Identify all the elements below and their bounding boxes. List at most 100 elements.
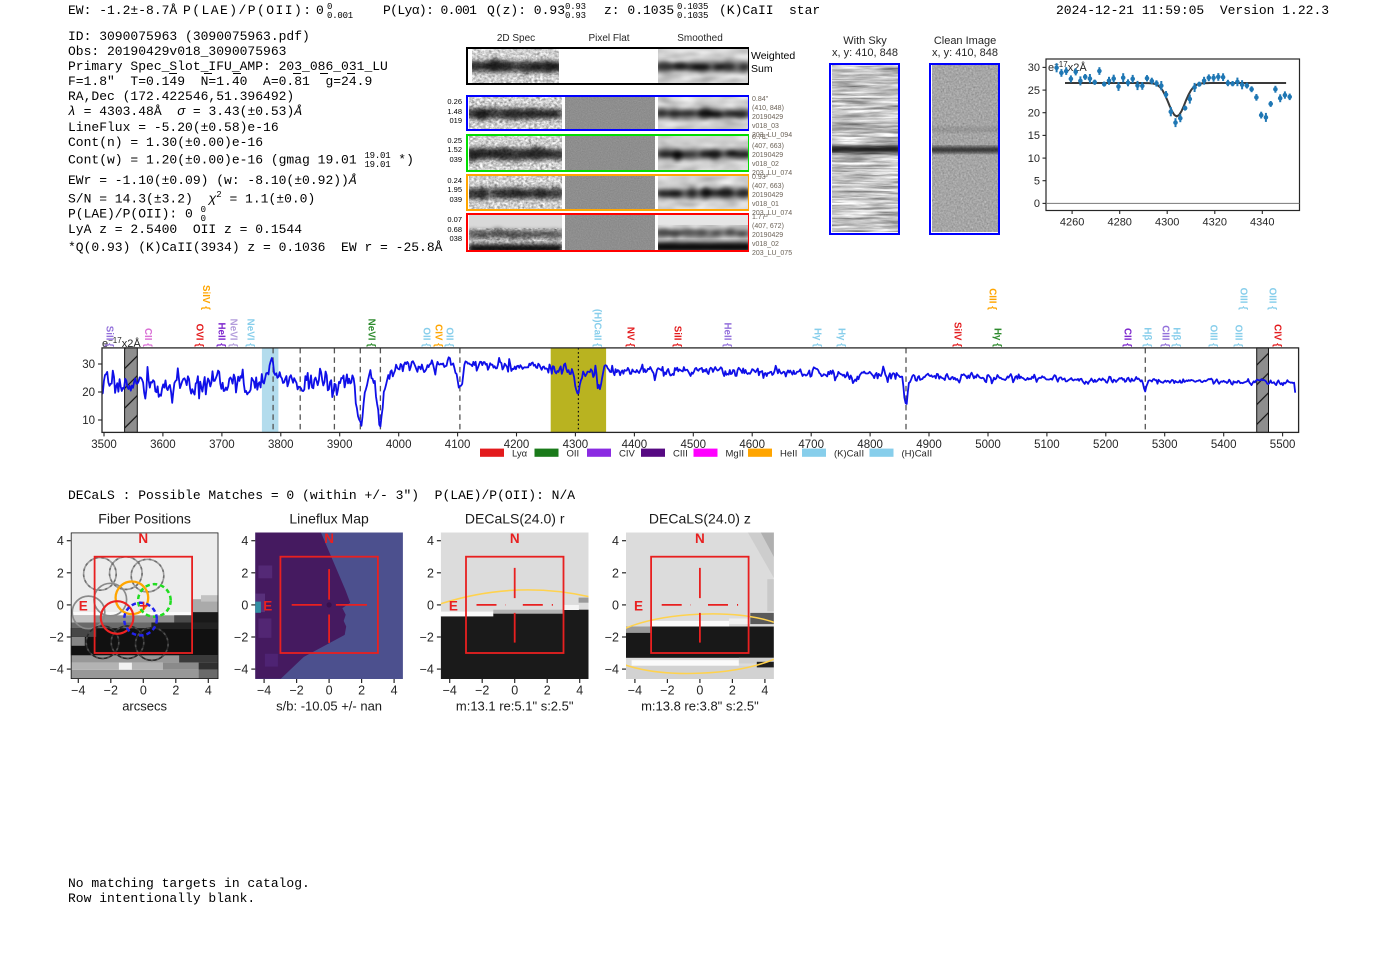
- svg-text:CIV: CIV: [619, 449, 636, 460]
- svg-text:−4: −4: [71, 684, 85, 698]
- svg-text:0: 0: [241, 598, 248, 612]
- svg-text:3700: 3700: [209, 439, 235, 451]
- svg-text:OIII {: OIII {: [1233, 325, 1244, 348]
- svg-text:E: E: [634, 599, 643, 614]
- svg-text:0: 0: [511, 684, 518, 698]
- svg-text:Hγ {: Hγ {: [992, 328, 1003, 347]
- svg-text:(K)CaII: (K)CaII: [834, 449, 864, 460]
- svg-text:0: 0: [1034, 198, 1040, 210]
- svg-text:Lineflux Map: Lineflux Map: [289, 511, 369, 527]
- svg-text:CII {: CII {: [1122, 328, 1133, 347]
- svg-text:arcsecs: arcsecs: [122, 699, 167, 714]
- svg-text:(H)CaII: (H)CaII: [902, 449, 933, 460]
- svg-text:−2: −2: [50, 631, 64, 645]
- svg-text:E: E: [79, 599, 88, 614]
- svg-text:−2: −2: [234, 631, 248, 645]
- svg-text:NeVI {: NeVI {: [228, 319, 239, 348]
- svg-text:NV {: NV {: [625, 327, 636, 347]
- svg-text:CII {: CII {: [142, 328, 153, 347]
- svg-text:0: 0: [326, 684, 333, 698]
- svg-text:CIV {: CIV {: [1272, 324, 1283, 347]
- svg-text:0: 0: [427, 598, 434, 612]
- svg-text:HeII {: HeII {: [722, 322, 733, 347]
- svg-text:5400: 5400: [1211, 439, 1237, 451]
- svg-text:E: E: [263, 599, 272, 614]
- svg-text:−4: −4: [420, 663, 434, 677]
- svg-text:5200: 5200: [1093, 439, 1119, 451]
- svg-text:m:13.8 re:3.8" s:2.5": m:13.8 re:3.8" s:2.5": [641, 699, 759, 714]
- svg-text:N: N: [324, 531, 334, 546]
- svg-text:20: 20: [1028, 108, 1040, 120]
- svg-text:0: 0: [140, 684, 147, 698]
- svg-text:25: 25: [1028, 85, 1040, 97]
- svg-text:4: 4: [205, 684, 212, 698]
- svg-text:HeII: HeII: [780, 449, 797, 460]
- svg-text:4300: 4300: [1155, 217, 1179, 229]
- svg-text:4260: 4260: [1060, 217, 1084, 229]
- svg-text:4: 4: [241, 534, 248, 548]
- svg-text:m:13.1 re:5.1" s:2.5": m:13.1 re:5.1" s:2.5": [456, 699, 574, 714]
- svg-text:N: N: [695, 531, 705, 546]
- svg-text:−4: −4: [605, 663, 619, 677]
- svg-text:−2: −2: [104, 684, 118, 698]
- svg-text:4000: 4000: [386, 439, 412, 451]
- svg-text:2: 2: [544, 684, 551, 698]
- svg-text:2: 2: [57, 566, 64, 580]
- svg-text:MgII: MgII: [726, 449, 744, 460]
- svg-text:3900: 3900: [327, 439, 353, 451]
- svg-text:3800: 3800: [268, 439, 294, 451]
- svg-text:OII {: OII {: [444, 327, 455, 347]
- svg-text:SiII {: SiII {: [672, 326, 683, 347]
- svg-text:CIII {: CIII {: [1160, 325, 1171, 347]
- svg-text:Lyα: Lyα: [512, 449, 528, 460]
- svg-text:CIV {: CIV {: [433, 324, 444, 347]
- svg-text:−2: −2: [420, 631, 434, 645]
- svg-text:4320: 4320: [1203, 217, 1227, 229]
- svg-text:4: 4: [57, 534, 64, 548]
- svg-text:−4: −4: [234, 663, 248, 677]
- svg-text:DECaLS(24.0) r: DECaLS(24.0) r: [465, 511, 565, 527]
- svg-text:OII {: OII {: [421, 327, 432, 347]
- svg-text:10: 10: [82, 415, 95, 427]
- svg-text:SiIV {: SiIV {: [200, 285, 211, 310]
- svg-text:DECaLS(24.0) z: DECaLS(24.0) z: [649, 511, 751, 527]
- svg-text:20: 20: [82, 387, 95, 399]
- svg-text:4: 4: [427, 534, 434, 548]
- svg-text:2: 2: [172, 684, 179, 698]
- svg-text:−2: −2: [605, 631, 619, 645]
- svg-text:NeVI {: NeVI {: [366, 319, 377, 348]
- svg-text:3600: 3600: [150, 439, 176, 451]
- svg-text:2: 2: [358, 684, 365, 698]
- svg-text:Hβ {: Hβ {: [1171, 327, 1182, 347]
- svg-text:5000: 5000: [975, 439, 1001, 451]
- svg-text:0: 0: [57, 598, 64, 612]
- svg-text:4: 4: [576, 684, 583, 698]
- svg-text:OII: OII: [567, 449, 580, 460]
- svg-text:4100: 4100: [445, 439, 471, 451]
- svg-text:2: 2: [612, 566, 619, 580]
- svg-text:5: 5: [1034, 176, 1040, 188]
- svg-text:5100: 5100: [1034, 439, 1060, 451]
- svg-text:4340: 4340: [1250, 217, 1274, 229]
- svg-text:−2: −2: [475, 684, 489, 698]
- svg-text:Hβ {: Hβ {: [1142, 327, 1153, 347]
- svg-text:5500: 5500: [1270, 439, 1296, 451]
- svg-text:(H)CaII {: (H)CaII {: [592, 309, 603, 347]
- svg-text:s/b: -10.05 +/- nan: s/b: -10.05 +/- nan: [276, 699, 382, 714]
- svg-text:2: 2: [427, 566, 434, 580]
- svg-text:−4: −4: [257, 684, 271, 698]
- svg-text:−2: −2: [660, 684, 674, 698]
- svg-text:−2: −2: [289, 684, 303, 698]
- svg-text:30: 30: [82, 359, 95, 371]
- svg-text:0: 0: [612, 598, 619, 612]
- svg-text:OIII {: OIII {: [1208, 325, 1219, 348]
- svg-text:SiII {: SiII {: [104, 326, 115, 347]
- svg-text:4: 4: [761, 684, 768, 698]
- svg-text:Fiber Positions: Fiber Positions: [98, 511, 191, 527]
- svg-text:2: 2: [729, 684, 736, 698]
- svg-text:HeII {: HeII {: [216, 322, 227, 347]
- svg-text:CIII: CIII: [673, 449, 688, 460]
- svg-text:Hγ {: Hγ {: [812, 328, 823, 347]
- svg-text:4: 4: [391, 684, 398, 698]
- svg-text:OVI {: OVI {: [194, 324, 205, 348]
